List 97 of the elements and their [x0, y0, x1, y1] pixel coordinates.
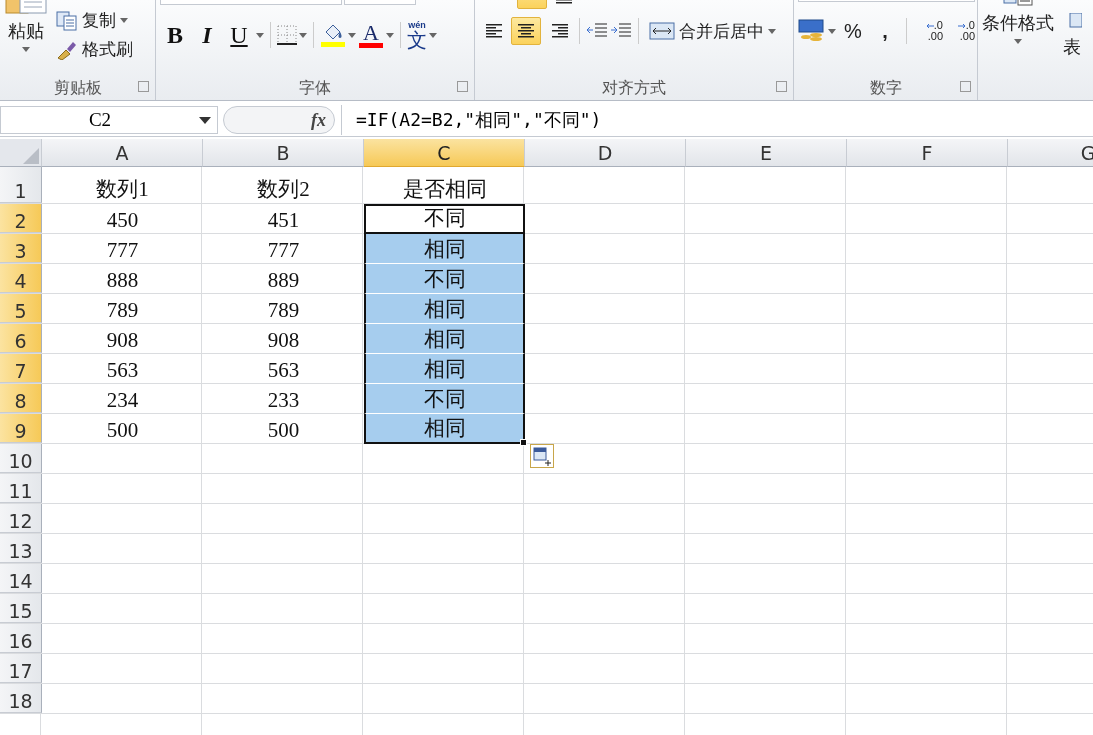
- cell-value: 234: [105, 387, 140, 413]
- font-color-button[interactable]: A: [358, 22, 384, 48]
- column-header[interactable]: C: [364, 139, 525, 167]
- cell-value: 563: [105, 357, 140, 383]
- group-label: 对齐方式: [602, 77, 666, 99]
- cell-value: 563: [266, 357, 301, 383]
- dropdown-caret-icon[interactable]: [256, 32, 264, 38]
- group-label: 字体: [299, 77, 331, 99]
- fill-handle[interactable]: [520, 439, 527, 446]
- dropdown-caret-icon[interactable]: [768, 28, 776, 34]
- merge-cells-icon: [649, 22, 675, 40]
- cell-value: 500: [105, 417, 140, 443]
- dropdown-caret-icon[interactable]: [299, 32, 307, 38]
- merge-center-button[interactable]: 合并后居中: [645, 16, 780, 46]
- cell-value: 相同: [364, 324, 525, 354]
- dropdown-caret-icon[interactable]: [120, 18, 128, 23]
- group-label: 剪贴板: [53, 77, 102, 99]
- copy-button[interactable]: 复制: [52, 6, 137, 35]
- row-header[interactable]: 12: [0, 504, 42, 533]
- alignment-lines-icon: [516, 21, 536, 41]
- row-header[interactable]: 18: [0, 684, 42, 713]
- conditional-format-button[interactable]: 条件格式: [978, 0, 1058, 100]
- row-header[interactable]: 8: [0, 384, 42, 413]
- cell-value: 889: [266, 267, 301, 293]
- insert-function-button[interactable]: fx: [311, 109, 326, 131]
- row-header[interactable]: 17: [0, 654, 42, 683]
- row-header[interactable]: 3: [0, 234, 42, 263]
- row-header[interactable]: 2: [0, 204, 42, 233]
- decrease-indent-icon[interactable]: [586, 22, 608, 40]
- row-header[interactable]: 14: [0, 564, 42, 593]
- column-header[interactable]: A: [42, 139, 203, 167]
- row-header[interactable]: 4: [0, 264, 42, 293]
- cell-value: 908: [266, 327, 301, 353]
- row-header[interactable]: 7: [0, 354, 42, 383]
- cell-value: 789: [105, 297, 140, 323]
- paste-button[interactable]: 粘贴: [0, 0, 52, 76]
- dropdown-caret-icon[interactable]: [828, 28, 836, 34]
- cell-value: 不同: [364, 204, 525, 234]
- increase-decimal-button[interactable]: .0 .00: [913, 20, 943, 42]
- row-header[interactable]: 15: [0, 594, 42, 623]
- cell-value: 相同: [364, 294, 525, 324]
- row-header[interactable]: 10: [0, 444, 42, 473]
- comma-button[interactable]: ,: [870, 19, 900, 43]
- row-header[interactable]: 6: [0, 324, 42, 353]
- percent-button[interactable]: %: [838, 19, 868, 43]
- cell-value: 相同: [364, 354, 525, 384]
- fill-color-button[interactable]: [320, 23, 346, 47]
- cell-value: 888: [105, 267, 140, 293]
- column-header[interactable]: E: [686, 139, 847, 167]
- name-box[interactable]: C2: [0, 106, 218, 134]
- copy-icon: [56, 10, 78, 31]
- brush-icon: [56, 39, 78, 60]
- column-header[interactable]: B: [203, 139, 364, 167]
- formula-input[interactable]: =IF(A2=B2,"相同","不同"): [341, 105, 1093, 135]
- align-center-button[interactable]: [511, 17, 541, 45]
- cell-value: 500: [266, 417, 301, 443]
- cell-value: 不同: [364, 264, 525, 294]
- arrow-icon: [957, 23, 966, 29]
- row-header[interactable]: 9: [0, 414, 42, 443]
- arrow-icon: [925, 23, 934, 29]
- dropdown-caret-icon[interactable]: [199, 116, 211, 124]
- bold-button[interactable]: B: [160, 21, 190, 49]
- cell-value: 777: [105, 237, 140, 263]
- cell-value: 数列2: [256, 176, 311, 203]
- alignment-lines-icon: [484, 21, 504, 41]
- row-header[interactable]: 11: [0, 474, 42, 503]
- money-icon[interactable]: [798, 19, 826, 43]
- column-header[interactable]: G: [1008, 139, 1093, 167]
- format-painter-button[interactable]: 格式刷: [52, 35, 137, 64]
- paste-options-icon[interactable]: [530, 444, 554, 468]
- table-format-button[interactable]: 表: [1058, 0, 1086, 100]
- cell-value: 789: [266, 297, 301, 323]
- cell-value: 233: [266, 387, 301, 413]
- column-header[interactable]: F: [847, 139, 1008, 167]
- column-header[interactable]: D: [525, 139, 686, 167]
- borders-icon[interactable]: [277, 25, 297, 45]
- cell-value: 数列1: [95, 176, 150, 203]
- row-header[interactable]: 1: [0, 167, 42, 203]
- dropdown-caret-icon[interactable]: [429, 32, 437, 38]
- row-header[interactable]: 16: [0, 624, 42, 653]
- group-label: 数字: [869, 77, 902, 99]
- row-header[interactable]: 5: [0, 294, 42, 323]
- underline-button[interactable]: U: [224, 21, 254, 49]
- cell-value: 是否相同: [401, 176, 488, 203]
- cell-value: 不同: [364, 384, 525, 414]
- cell-value: 777: [266, 237, 301, 263]
- dropdown-caret-icon[interactable]: [386, 32, 394, 38]
- phonetic-button[interactable]: wén 文: [407, 20, 427, 50]
- row-header[interactable]: 13: [0, 534, 42, 563]
- cell-value: 908: [105, 327, 140, 353]
- dropdown-caret-icon[interactable]: [348, 32, 356, 38]
- cell-value: 450: [105, 207, 140, 233]
- decrease-decimal-button[interactable]: .0 .00: [945, 20, 975, 42]
- italic-button[interactable]: I: [192, 21, 222, 49]
- cell-value: 451: [266, 207, 301, 233]
- increase-indent-icon[interactable]: [610, 22, 632, 40]
- cell-value: 相同: [364, 234, 525, 264]
